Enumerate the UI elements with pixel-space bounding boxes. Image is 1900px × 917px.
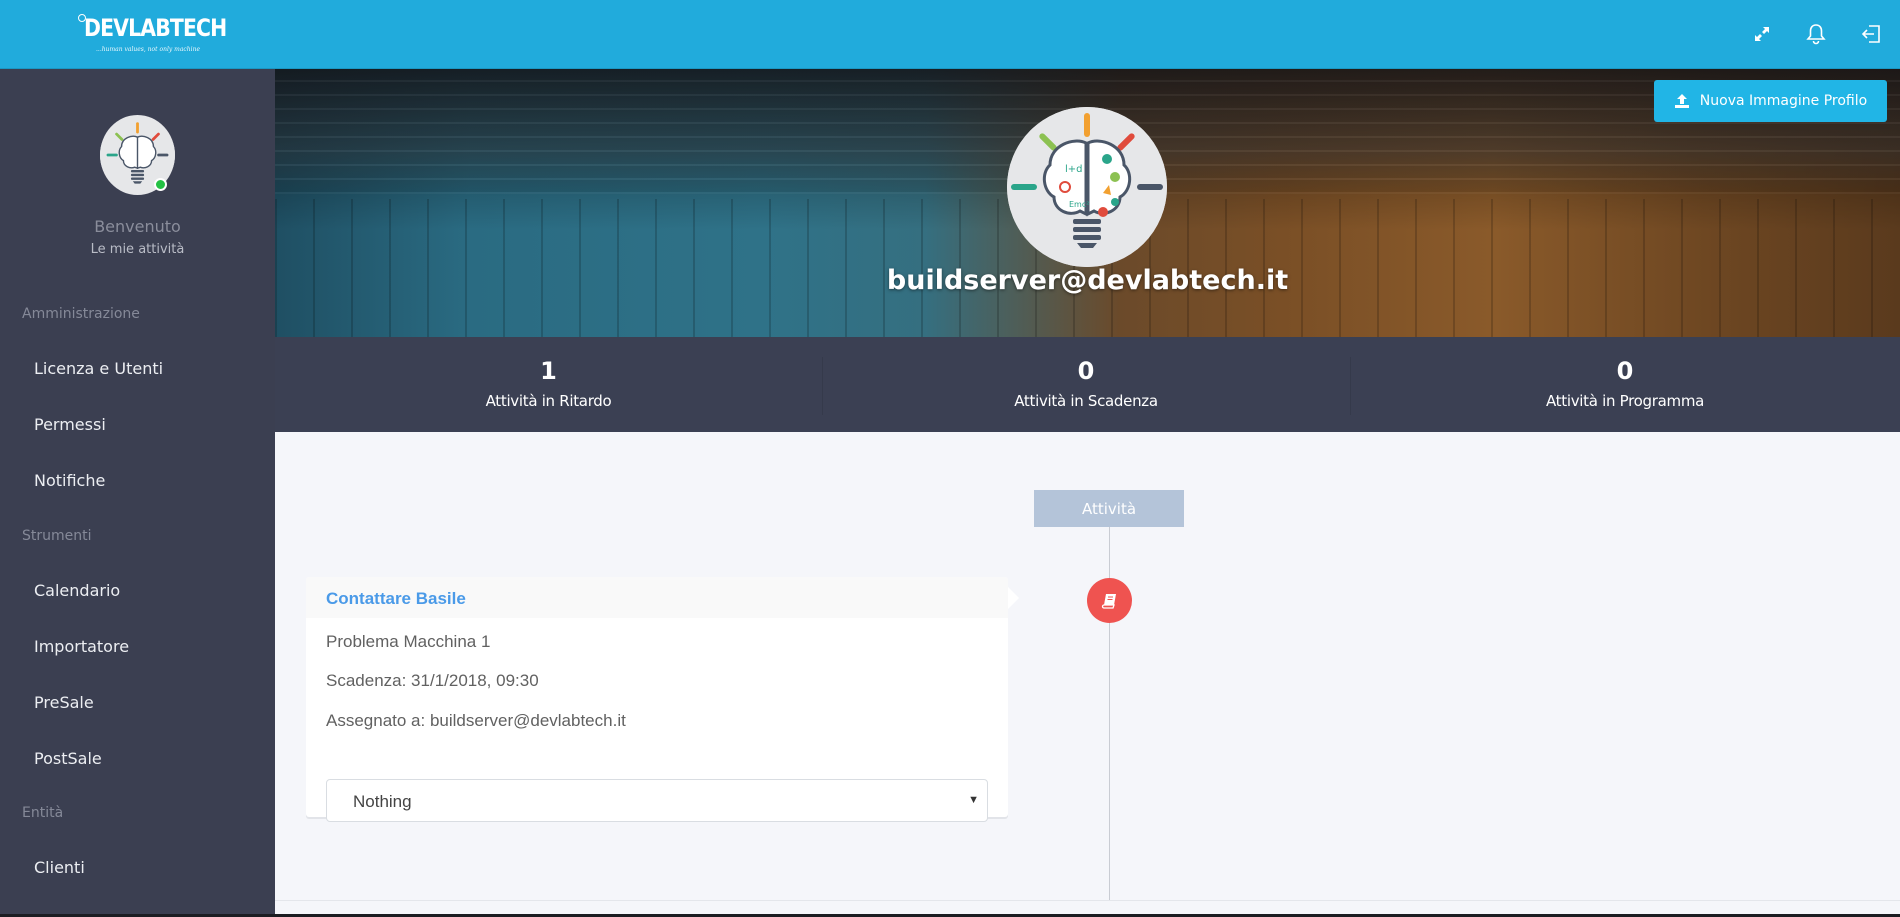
- new-profile-image-button[interactable]: Nuova Immagine Profilo: [1654, 80, 1887, 122]
- sidebar-item-licenza-utenti[interactable]: Licenza e Utenti: [34, 359, 254, 378]
- logo-text: DEVLABTECH: [84, 14, 227, 42]
- my-activities-link[interactable]: Le mie attività: [0, 242, 275, 257]
- activity-due-date: Scadenza: 31/1/2018, 09:30: [326, 671, 539, 690]
- stat-due-label: Attività in Scadenza: [1014, 392, 1158, 410]
- sidebar-item-permessi[interactable]: Permessi: [34, 415, 254, 434]
- sidebar: Benvenuto Le mie attività Amministrazion…: [0, 69, 275, 917]
- activity-action-select[interactable]: Nothing ▼: [326, 779, 988, 822]
- sidebar-item-notifiche[interactable]: Notifiche: [34, 471, 254, 490]
- svg-text:l+d: l+d: [1065, 164, 1083, 175]
- section-title-amministrazione: Amministrazione: [22, 306, 140, 322]
- stat-due: 0 Attività in Scadenza: [822, 337, 1350, 432]
- activity-action-value: Nothing: [353, 792, 412, 811]
- stat-overdue: 1 Attività in Ritardo: [275, 337, 822, 432]
- chevron-down-icon: ▼: [968, 794, 979, 806]
- timeline-marker[interactable]: [1087, 578, 1132, 623]
- stat-scheduled-value: 0: [1616, 357, 1634, 385]
- book-icon: [1101, 593, 1116, 609]
- stat-overdue-label: Attività in Ritardo: [485, 392, 612, 410]
- new-profile-image-label: Nuova Immagine Profilo: [1699, 93, 1868, 109]
- footer-divider: [275, 900, 1900, 901]
- sidebar-avatar[interactable]: [100, 115, 175, 195]
- activity-title-link[interactable]: Contattare Basile: [326, 589, 466, 609]
- fullscreen-icon[interactable]: [1748, 20, 1776, 48]
- section-title-entita: Entità: [22, 805, 64, 821]
- upload-icon: [1674, 94, 1689, 108]
- logout-icon[interactable]: [1857, 20, 1885, 48]
- sidebar-item-postsale[interactable]: PostSale: [34, 749, 254, 768]
- sidebar-item-importatore[interactable]: Importatore: [34, 637, 254, 656]
- activity-description: Problema Macchina 1: [326, 632, 491, 651]
- stat-overdue-value: 1: [540, 357, 557, 385]
- profile-email: buildserver@devlabtech.it: [886, 265, 1289, 296]
- logo-tagline: ...human values, not only machine: [96, 46, 200, 53]
- sidebar-item-presale[interactable]: PreSale: [34, 693, 254, 712]
- sidebar-item-clienti[interactable]: Clienti: [34, 858, 254, 877]
- stat-scheduled: 0 Attività in Programma: [1350, 337, 1900, 432]
- top-bar: DEVLABTECH ...human values, not only mac…: [0, 0, 1900, 69]
- card-pointer: [1008, 587, 1019, 609]
- activity-assignee: Assegnato a: buildserver@devlabtech.it: [326, 711, 626, 730]
- svg-text:Emc²: Emc²: [1069, 200, 1089, 209]
- activity-card: Contattare Basile Problema Macchina 1 Sc…: [306, 577, 1019, 822]
- section-title-strumenti: Strumenti: [22, 528, 92, 544]
- welcome-text: Benvenuto: [94, 217, 181, 236]
- timeline-header: Attività: [1034, 490, 1184, 527]
- online-status-indicator: [154, 178, 167, 191]
- devlabtech-logo[interactable]: DEVLABTECH ...human values, not only mac…: [78, 12, 227, 56]
- activity-timeline: Attività Contattare Basile Problema Macc…: [275, 432, 1900, 917]
- activity-card-header: Contattare Basile: [306, 577, 1008, 618]
- profile-cover-image: Nuova Immagine Profilo l+d Emc² buildser…: [275, 69, 1900, 337]
- stat-scheduled-label: Attività in Programma: [1545, 392, 1705, 410]
- brain-bulb-icon: l+d Emc²: [1007, 107, 1167, 267]
- stat-due-value: 0: [1077, 357, 1095, 385]
- bell-icon[interactable]: [1802, 20, 1830, 48]
- activity-stats-bar: 1 Attività in Ritardo 0 Attività in Scad…: [275, 337, 1900, 432]
- sidebar-item-calendario[interactable]: Calendario: [34, 581, 254, 600]
- profile-avatar: l+d Emc²: [1007, 107, 1167, 267]
